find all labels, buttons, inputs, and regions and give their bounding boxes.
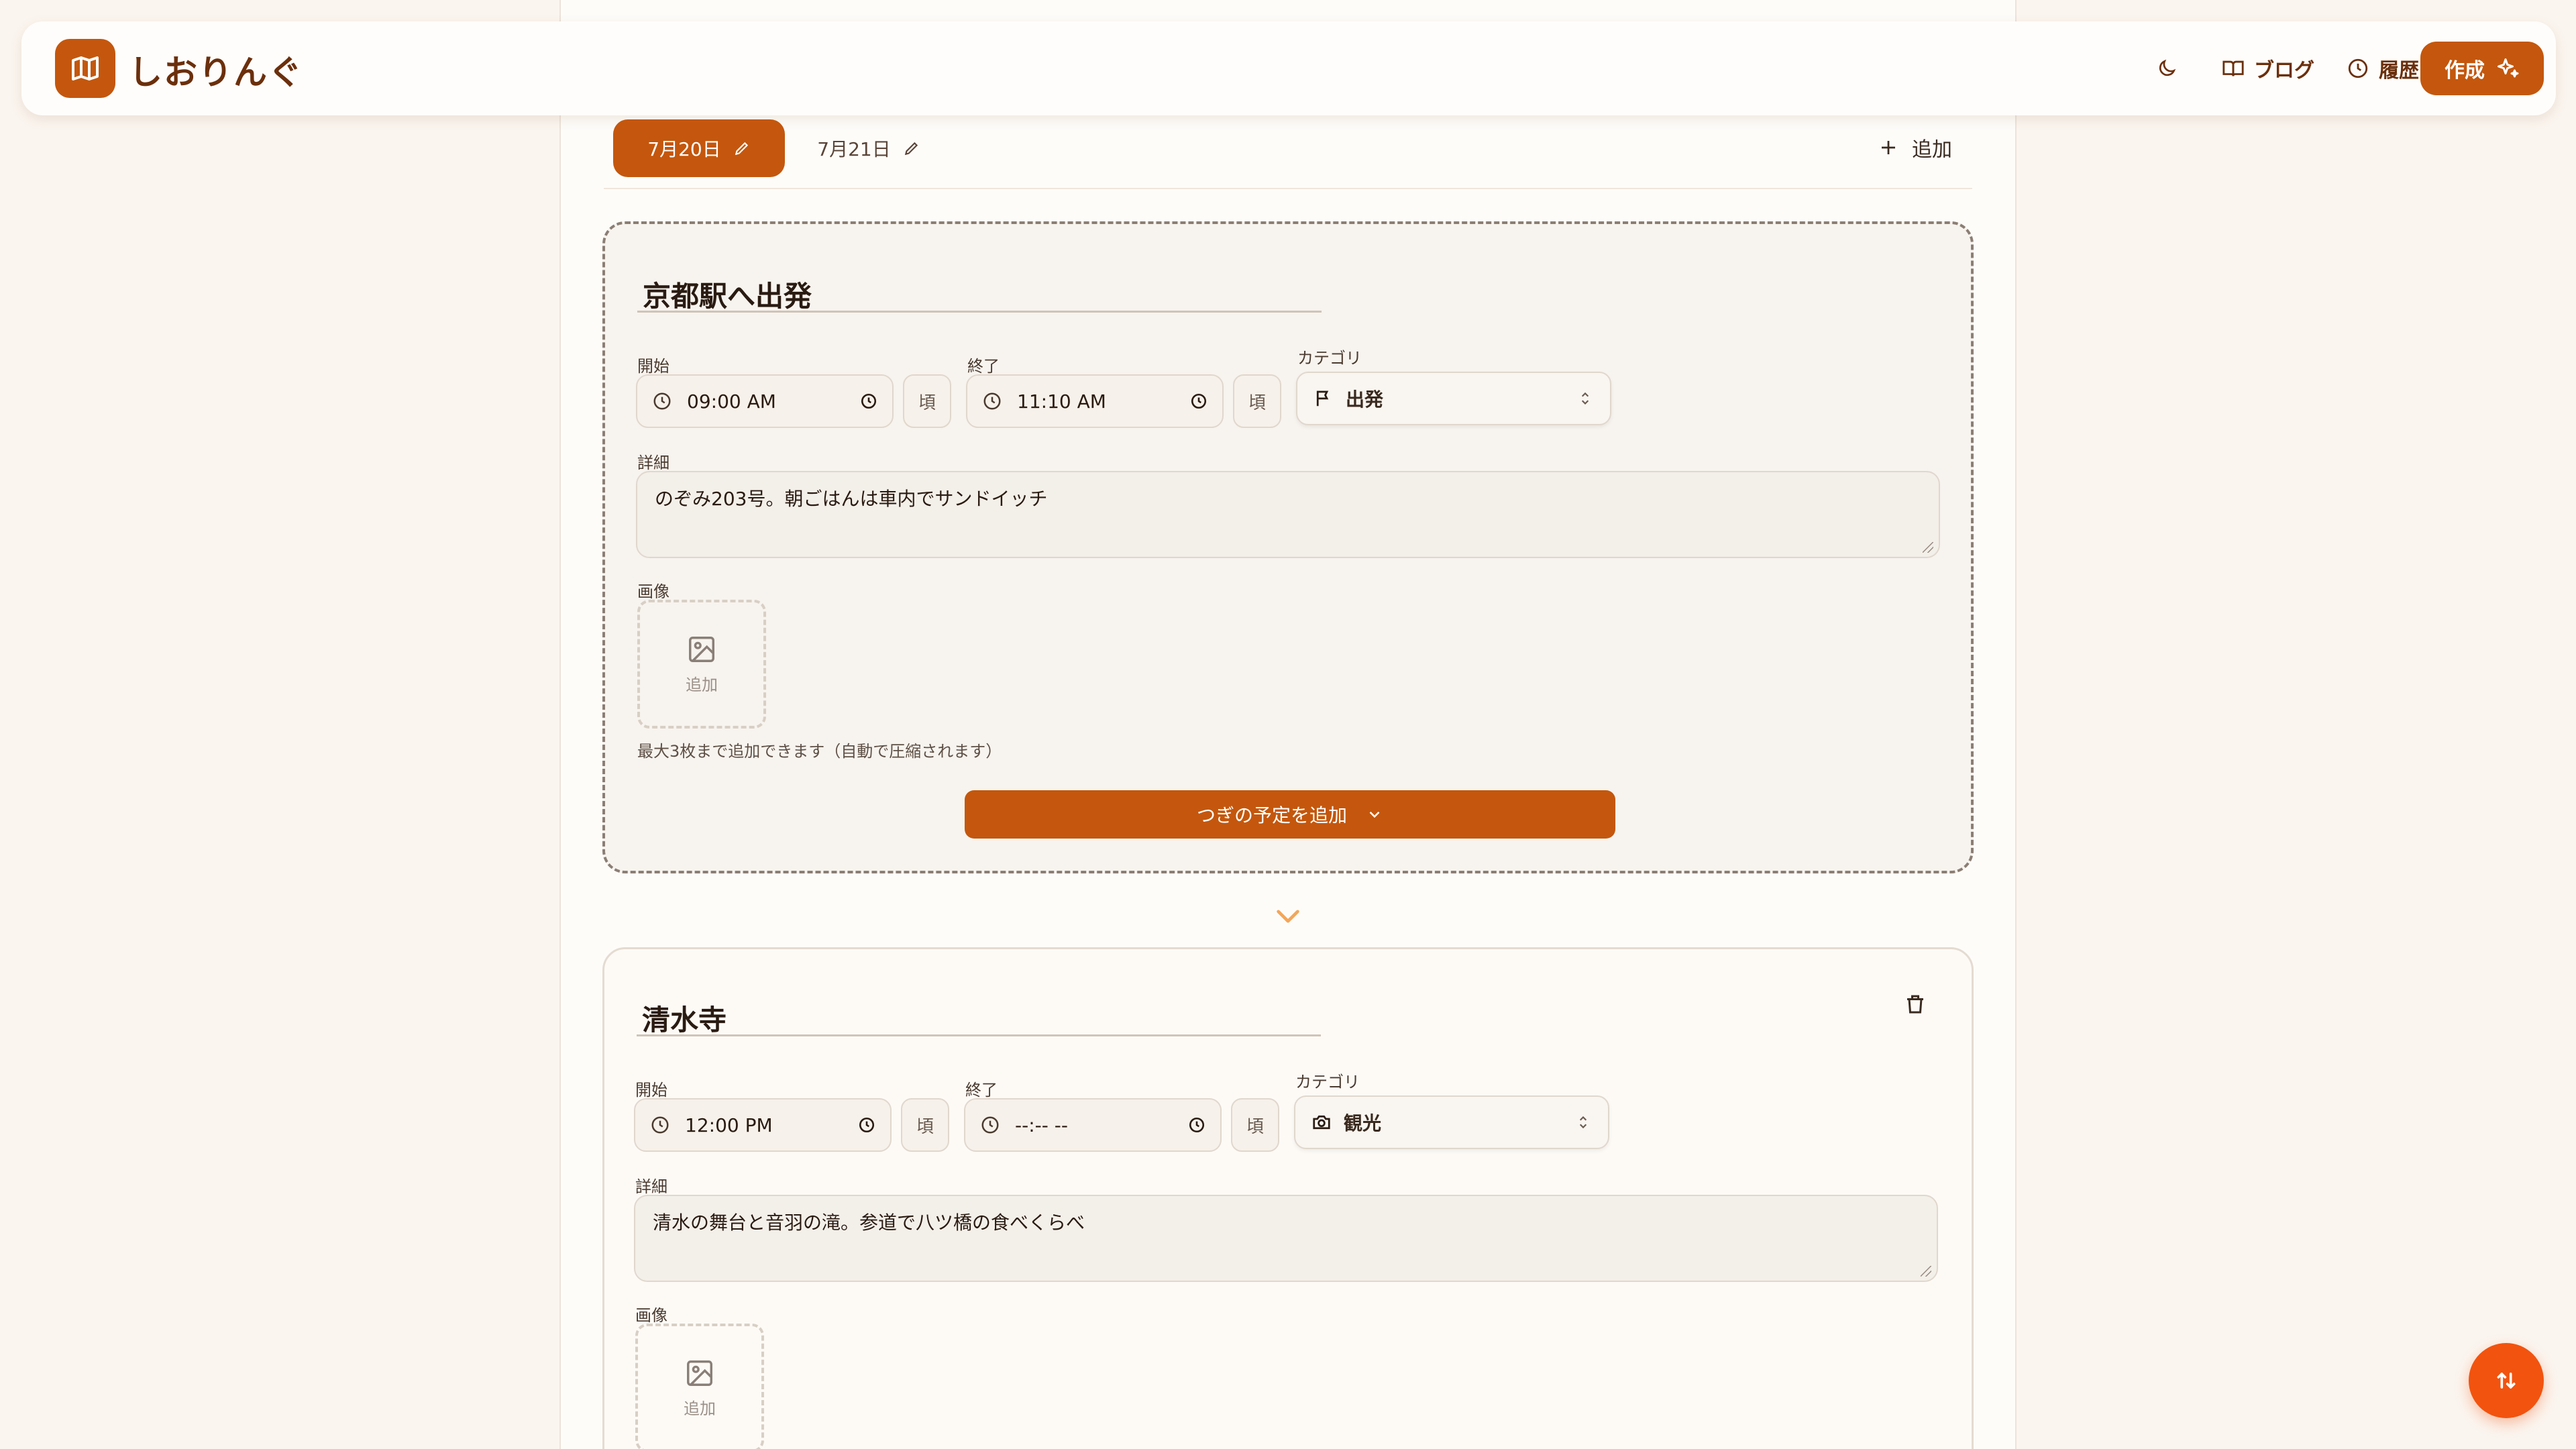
- add-next-event-label: つぎの予定を追加: [1196, 804, 1347, 826]
- end-approx-button[interactable]: 頃: [1233, 374, 1281, 428]
- nav-blog[interactable]: ブログ: [2222, 54, 2314, 83]
- event-title-input[interactable]: 清水寺: [637, 983, 1321, 1036]
- end-approx-button[interactable]: 頃: [1231, 1098, 1279, 1152]
- start-approx-button[interactable]: 頃: [901, 1098, 949, 1152]
- tab-day-1[interactable]: 7月20日: [613, 119, 785, 177]
- detail-label: 詳細: [637, 453, 669, 472]
- map-icon: [72, 56, 99, 80]
- image-label: 画像: [637, 582, 669, 601]
- nav-history-label: 履歴: [2379, 59, 2419, 83]
- clock-icon: [2348, 58, 2368, 78]
- category-label: カテゴリ: [1295, 1073, 1360, 1091]
- category-value: 観光: [1344, 1112, 1382, 1134]
- tab-day-1-label: 7月20日: [647, 138, 721, 160]
- camera-icon: [1313, 1115, 1330, 1130]
- detail-textarea[interactable]: のぞみ203号。朝ごはんは車内でサンドイッチ: [636, 471, 1940, 558]
- detail-textarea[interactable]: 清水の舞台と音羽の滝。参道で八ツ橋の食べくらべ: [634, 1195, 1938, 1282]
- category-label: カテゴリ: [1297, 349, 1362, 368]
- image-icon: [689, 636, 714, 662]
- resize-handle[interactable]: [1923, 542, 1933, 553]
- add-day-label: 追加: [1912, 138, 1952, 162]
- start-label: 開始: [637, 357, 669, 376]
- event-card: 清水寺 開始 12:00 PM 頃 終了 --:-- -- 頃 カテゴリ 観光 …: [602, 947, 1974, 1449]
- chevron-down-icon: [1369, 811, 1380, 818]
- nav-blog-label: ブログ: [2254, 59, 2314, 83]
- detail-text: のぞみ203号。朝ごはんは車内でサンドイッチ: [655, 488, 1048, 510]
- start-time-input[interactable]: 09:00 AM: [636, 374, 894, 428]
- clock-picker-icon[interactable]: [1188, 1116, 1205, 1134]
- start-time-input[interactable]: 12:00 PM: [634, 1098, 892, 1152]
- chevron-up-down-icon: [1581, 392, 1589, 405]
- start-time-value: 12:00 PM: [685, 1114, 773, 1136]
- app-name[interactable]: しおりんぐ: [129, 46, 303, 94]
- create-button-label: 作成: [2445, 59, 2485, 83]
- tab-day-2-label: 7月21日: [817, 138, 891, 160]
- add-image-button[interactable]: 追加: [637, 600, 766, 729]
- detail-label: 詳細: [635, 1177, 667, 1196]
- book-open-icon: [2222, 60, 2244, 76]
- end-time-input[interactable]: --:-- --: [964, 1098, 1222, 1152]
- image-note: 最大3枚まで追加できます（自動で圧縮されます）: [637, 742, 1002, 761]
- sparkles-icon: [2498, 58, 2519, 78]
- app-header: しおりんぐ ブログ 履歴 作成: [21, 21, 2556, 115]
- end-label: 終了: [965, 1081, 998, 1099]
- theme-toggle-button[interactable]: [2156, 54, 2178, 83]
- clock-picker-icon[interactable]: [1190, 392, 1208, 410]
- category-select[interactable]: 観光: [1294, 1095, 1609, 1149]
- app-logo[interactable]: [55, 39, 115, 98]
- sort-arrows-icon: [2497, 1373, 2516, 1389]
- tab-divider: [604, 188, 1972, 189]
- category-value: 出発: [1346, 388, 1384, 411]
- add-image-label: 追加: [684, 1399, 716, 1418]
- start-label: 開始: [635, 1081, 667, 1099]
- clock-icon: [981, 1116, 999, 1134]
- clock-picker-icon[interactable]: [858, 1116, 875, 1134]
- end-time-value: 11:10 AM: [1017, 390, 1106, 413]
- start-approx-button[interactable]: 頃: [903, 374, 951, 428]
- start-time-value: 09:00 AM: [687, 390, 776, 413]
- chevron-up-down-icon: [1579, 1116, 1587, 1129]
- moon-icon: [2159, 59, 2176, 76]
- plus-icon: [1882, 141, 1895, 154]
- reorder-fab-button[interactable]: [2469, 1343, 2544, 1418]
- add-day-button[interactable]: 追加: [1878, 127, 1952, 168]
- create-button[interactable]: 作成: [2420, 42, 2544, 95]
- add-next-event-button[interactable]: つぎの予定を追加: [965, 790, 1615, 839]
- nav-history[interactable]: 履歴: [2347, 54, 2419, 83]
- detail-text: 清水の舞台と音羽の滝。参道で八ツ橋の食べくらべ: [653, 1212, 1085, 1234]
- clock-icon: [651, 1116, 669, 1134]
- event-card: 京都駅へ出発 開始 09:00 AM 頃 終了 11:10 AM 頃 カテゴリ …: [602, 221, 1974, 873]
- resize-handle[interactable]: [1921, 1266, 1931, 1277]
- end-time-value: --:-- --: [1015, 1114, 1068, 1136]
- clock-icon: [983, 392, 1001, 410]
- image-label: 画像: [635, 1306, 667, 1325]
- pencil-icon[interactable]: [733, 140, 751, 157]
- pencil-icon[interactable]: [903, 140, 920, 157]
- clock-picker-icon[interactable]: [860, 392, 877, 410]
- flag-icon: [1316, 390, 1329, 407]
- event-title-input[interactable]: 京都駅へ出発: [637, 259, 1322, 313]
- end-time-input[interactable]: 11:10 AM: [966, 374, 1224, 428]
- trash-icon[interactable]: [1903, 992, 1927, 1016]
- add-image-label: 追加: [686, 675, 718, 694]
- category-select[interactable]: 出発: [1296, 372, 1611, 425]
- connector-chevron-icon: [1277, 910, 1299, 923]
- tab-day-2[interactable]: 7月21日: [805, 119, 932, 177]
- end-label: 終了: [967, 357, 1000, 376]
- clock-icon: [653, 392, 671, 410]
- image-icon: [687, 1360, 712, 1386]
- add-image-button[interactable]: 追加: [635, 1324, 764, 1449]
